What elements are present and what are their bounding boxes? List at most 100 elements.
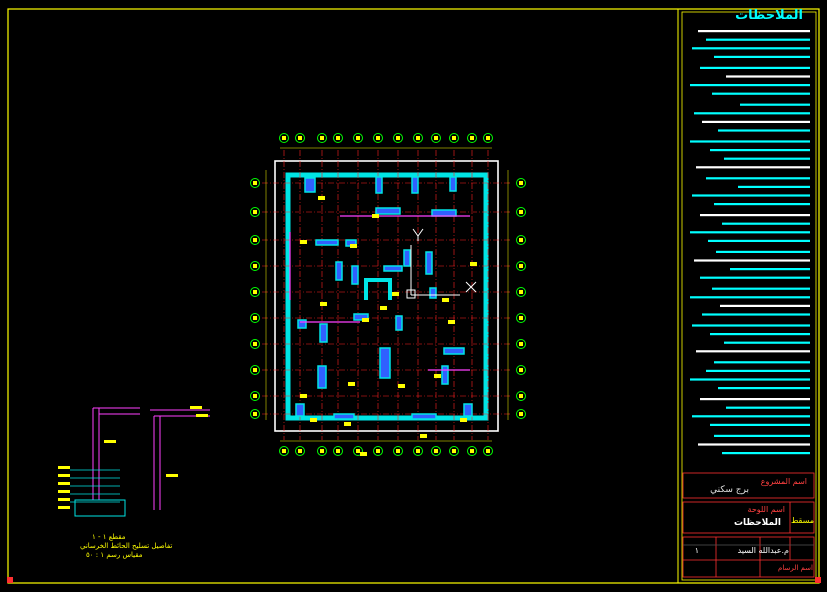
structural-column [333,413,355,420]
note-text-line [692,415,810,418]
grid-bubble-mark [253,210,257,214]
grid-bubble-mark [486,136,490,140]
note-text-line [692,194,810,197]
structural-column [379,347,391,379]
note-text-line [700,276,810,279]
detail-label-mark [58,506,70,509]
annotation-tag [362,318,369,322]
note-text-line [698,443,810,446]
note-text-line [696,350,810,353]
structural-column [449,176,457,192]
project-name: برج سكني [710,485,749,495]
grid-bubble-mark [470,136,474,140]
note-text-line [702,313,810,316]
corner-mark-right [815,577,821,583]
project-label: اسم المشروع [760,477,807,486]
detail-title: مقطع ١ - ١ [92,533,126,541]
grid-bubble-mark [416,136,420,140]
note-text-line [706,38,810,41]
note-text-line [714,361,810,364]
note-text-line [722,222,810,225]
sheet-border [7,8,820,584]
annotation-tag [442,298,449,302]
note-text-line [690,296,810,299]
structural-column [395,315,403,331]
notes-title: الملاحظات [735,8,803,23]
notes-text-block [690,30,810,455]
structural-column [315,239,339,246]
note-text-line [694,112,810,115]
detail-label-mark [104,440,116,443]
detail-scale: مقياس رسم ١ : ٥٠ [86,551,143,559]
annotation-tag [344,422,351,426]
grid-bubble-mark [396,449,400,453]
detail-label-mark [58,498,70,501]
grid-bubble-mark [519,264,523,268]
grid-bubble-mark [298,136,302,140]
note-text-line [700,214,810,217]
detail-label-mark [196,414,208,417]
structural-column [335,261,343,281]
detail-label-mark [166,474,178,477]
note-text-line [698,30,810,33]
grid-bubble-mark [253,368,257,372]
drawing-label: اسم اللوحة [747,505,785,514]
grid-bubble-mark [253,342,257,346]
annotation-tag [318,196,325,200]
note-text-line [690,231,810,234]
detail-label-mark [58,482,70,485]
note-text-line [714,55,810,58]
drawing-canvas[interactable] [0,0,827,592]
detail-subtitle: تفاصيل تسليح الحائط الخرساني [80,542,173,550]
engineer-name: م.عبدالله السيد [737,546,789,555]
grid-bubble-mark [282,136,286,140]
note-text-line [710,423,810,426]
structural-column [297,319,307,329]
note-text-line [690,84,810,87]
note-text-line [730,268,810,271]
grid-bubble-mark [519,316,523,320]
sheet-number: ١ [694,546,699,555]
grid-bubble-mark [356,136,360,140]
structural-column [411,176,419,194]
grid-bubble-mark [320,136,324,140]
structural-column [304,177,316,193]
ucs-icon [406,228,477,299]
structural-column [383,265,403,272]
note-text-line [720,304,810,307]
grid-bubble-mark [452,449,456,453]
grid-bubble-mark [519,210,523,214]
grid-bubble-mark [486,449,490,453]
grid-bubble-mark [519,290,523,294]
note-text-line [692,324,810,327]
note-text-line [718,387,810,390]
grid-bubble-mark [452,136,456,140]
grid-bubble-mark [519,342,523,346]
note-text-line [702,120,810,123]
corner-mark-left [7,577,13,583]
annotation-tag [434,374,441,378]
note-text-line [722,452,810,455]
annotation-tag [460,418,467,422]
grid-bubble-mark [376,449,380,453]
grid-bubble-mark [434,449,438,453]
grid-bubble-mark [396,136,400,140]
grid-bubble-mark [519,181,523,185]
plan-label: مسقط [790,516,814,525]
note-text-line [696,166,810,169]
structural-column [411,413,437,420]
note-text-line [712,92,810,95]
plan-outline [274,160,499,432]
annotation-tag [470,262,477,266]
structural-column [441,365,449,385]
structural-column [351,265,359,285]
note-text-line [706,177,810,180]
annotation-tag [372,214,379,218]
grid-bubble-mark [470,449,474,453]
grid-bubble-mark [298,449,302,453]
note-text-line [710,333,810,336]
note-text-line [726,75,810,78]
structural-column [295,403,305,417]
annotation-tag [420,434,427,438]
grid-bubble-mark [376,136,380,140]
